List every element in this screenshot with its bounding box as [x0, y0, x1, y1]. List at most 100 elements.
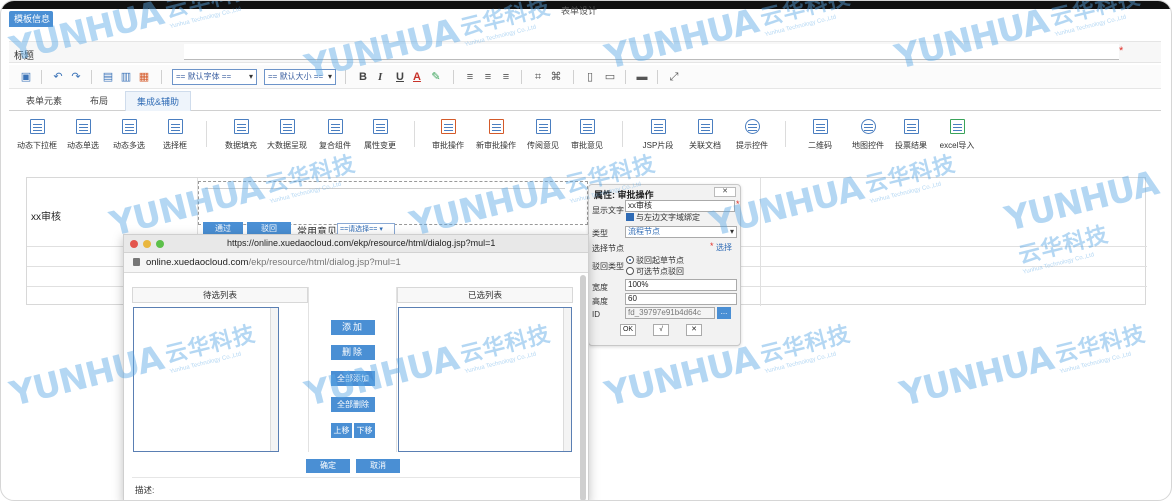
selected-list-header: 已选列表	[397, 287, 573, 303]
ribbon-big-data[interactable]: 大数据呈现	[262, 119, 312, 151]
reject-draft-label: 驳回起草节点	[636, 256, 684, 265]
ribbon-divider	[206, 121, 207, 147]
toolbar-divider	[345, 70, 346, 84]
remove-button[interactable]: 删除	[331, 345, 375, 360]
close-icon[interactable]: ✕	[714, 187, 736, 197]
title-label: 标题	[14, 51, 34, 62]
page-icon[interactable]: ▯	[583, 70, 597, 84]
id-picker-button[interactable]: ...	[717, 307, 731, 319]
undo-icon[interactable]: ↶	[51, 70, 65, 84]
required-mark: *	[736, 199, 740, 209]
approval-control[interactable]	[198, 181, 588, 225]
confirm-button[interactable]: 确定	[306, 459, 350, 473]
paste-icon[interactable]: ▤	[101, 70, 115, 84]
window-maximize-icon[interactable]	[156, 240, 164, 248]
dialog-titlebar: https://online.xuedaocloud.com/ekp/resou…	[124, 235, 588, 253]
ribbon-opinion[interactable]: 审批意见	[562, 119, 612, 151]
source-icon[interactable]: ▣	[19, 70, 33, 84]
pending-list-header: 待选列表	[132, 287, 308, 303]
reject-type-label: 驳回类型	[592, 262, 624, 271]
align-left-icon[interactable]: ≡	[463, 70, 477, 84]
radio-list-icon	[75, 119, 91, 134]
paste-text-icon[interactable]: ▥	[119, 70, 133, 84]
reject-optional-label: 可选节点驳回	[636, 267, 684, 276]
redo-icon[interactable]: ↷	[69, 70, 83, 84]
window-close-icon[interactable]	[130, 240, 138, 248]
display-text-input[interactable]: xx审核	[625, 200, 735, 212]
window-minimize-icon[interactable]	[143, 240, 151, 248]
width-input[interactable]: 100%	[625, 279, 737, 291]
select-node-link[interactable]: 选择	[716, 242, 732, 253]
watermark: YUNHUA云华科技Yunhua Technology Co.,Ltd	[896, 320, 1149, 415]
selected-list[interactable]	[398, 307, 572, 452]
scrollbar[interactable]	[270, 308, 278, 451]
align-center-icon[interactable]: ≡	[481, 70, 495, 84]
reject-draft-radio[interactable]	[626, 256, 634, 264]
add-button[interactable]: 添加	[331, 320, 375, 335]
table-merge-icon[interactable]: ⌘	[549, 70, 563, 84]
add-all-button[interactable]: 全部添加	[331, 371, 375, 386]
reject-optional-radio[interactable]	[626, 267, 634, 275]
ribbon-excel-import[interactable]: excel导入	[932, 119, 982, 151]
height-input[interactable]: 60	[625, 293, 737, 305]
ribbon-new-approval[interactable]: 新审批操作	[471, 119, 521, 151]
move-up-button[interactable]: 上移	[331, 423, 352, 438]
property-change-icon	[372, 119, 388, 134]
url-bar[interactable]: online.xuedaocloud.com/ekp/resource/html…	[124, 253, 588, 273]
bold-button[interactable]: B	[359, 70, 367, 84]
ribbon-dynamic-radio[interactable]: 动态单选	[58, 119, 108, 151]
title-row: 标题 *	[9, 41, 1161, 63]
dialog-scrollbar[interactable]	[580, 275, 586, 500]
tab-template-info[interactable]: 模板信息	[9, 11, 53, 27]
ribbon-help[interactable]: 提示控件	[727, 119, 777, 151]
toolbar-divider	[91, 70, 92, 84]
ribbon-property-change[interactable]: 属性变更	[355, 119, 405, 151]
bind-left-checkbox[interactable]	[626, 213, 634, 221]
remove-all-button[interactable]: 全部删除	[331, 397, 375, 412]
pending-list[interactable]	[133, 307, 279, 452]
required-mark: *	[1119, 45, 1124, 57]
data-fill-icon	[233, 119, 249, 134]
paste-word-icon[interactable]: ▦	[137, 70, 151, 84]
ribbon-circulate[interactable]: 传阅意见	[518, 119, 568, 151]
linked-doc-icon	[697, 119, 713, 134]
scrollbar[interactable]	[563, 308, 571, 451]
horizontal-line-icon[interactable]: ▬	[635, 70, 649, 84]
ribbon-approval[interactable]: 审批操作	[423, 119, 473, 151]
table-insert-icon[interactable]: ⌗	[531, 70, 545, 84]
cancel-button[interactable]: 取消	[356, 459, 400, 473]
highlight-icon[interactable]: ✎	[429, 70, 443, 84]
fullscreen-icon[interactable]: ⤢	[667, 70, 681, 84]
ribbon-composite[interactable]: 复合组件	[310, 119, 360, 151]
app-window: 表单设计 模板信息 标题 * ▣ ↶ ↷ ▤ ▥ ▦ == 默认字体 == ▾ …	[0, 0, 1172, 501]
tab-integration[interactable]: 集成&辅助	[125, 91, 191, 111]
ribbon-qrcode[interactable]: 二维码	[795, 119, 845, 151]
tab-layout[interactable]: 布局	[79, 91, 119, 111]
ribbon-select-box[interactable]: 选择框	[150, 119, 200, 151]
type-select[interactable]: 流程节点 ▾	[625, 226, 737, 238]
tab-form-elements[interactable]: 表单元素	[19, 91, 69, 111]
check-button[interactable]: √	[653, 324, 669, 336]
ribbon-jsp[interactable]: JSP片段	[633, 119, 683, 151]
type-label: 类型	[592, 229, 608, 238]
ok-button[interactable]: OK	[620, 324, 636, 336]
cancel-icon[interactable]: ✕	[686, 324, 702, 336]
ribbon-dynamic-checkbox[interactable]: 动态多选	[104, 119, 154, 151]
font-size-select[interactable]: == 默认大小 == ▾	[264, 69, 336, 85]
preview-icon[interactable]: ▭	[603, 70, 617, 84]
ribbon-vote[interactable]: 投票结果	[886, 119, 936, 151]
title-input[interactable]	[184, 44, 1119, 60]
ribbon-data-fill[interactable]: 数据填充	[216, 119, 266, 151]
chevron-down-icon: ▾	[327, 72, 332, 81]
underline-button[interactable]: U	[396, 70, 404, 84]
chevron-down-icon: ▾	[248, 72, 253, 81]
ribbon-dynamic-dropdown[interactable]: 动态下拉框	[12, 119, 62, 151]
align-right-icon[interactable]: ≡	[499, 70, 513, 84]
font-color-button[interactable]: A	[413, 70, 421, 84]
italic-button[interactable]: I	[378, 70, 382, 84]
move-down-button[interactable]: 下移	[354, 423, 375, 438]
checkbox-list-icon	[121, 119, 137, 134]
toolbar-divider	[453, 70, 454, 84]
ribbon-linked-doc[interactable]: 关联文档	[680, 119, 730, 151]
font-family-select[interactable]: == 默认字体 == ▾	[172, 69, 257, 85]
